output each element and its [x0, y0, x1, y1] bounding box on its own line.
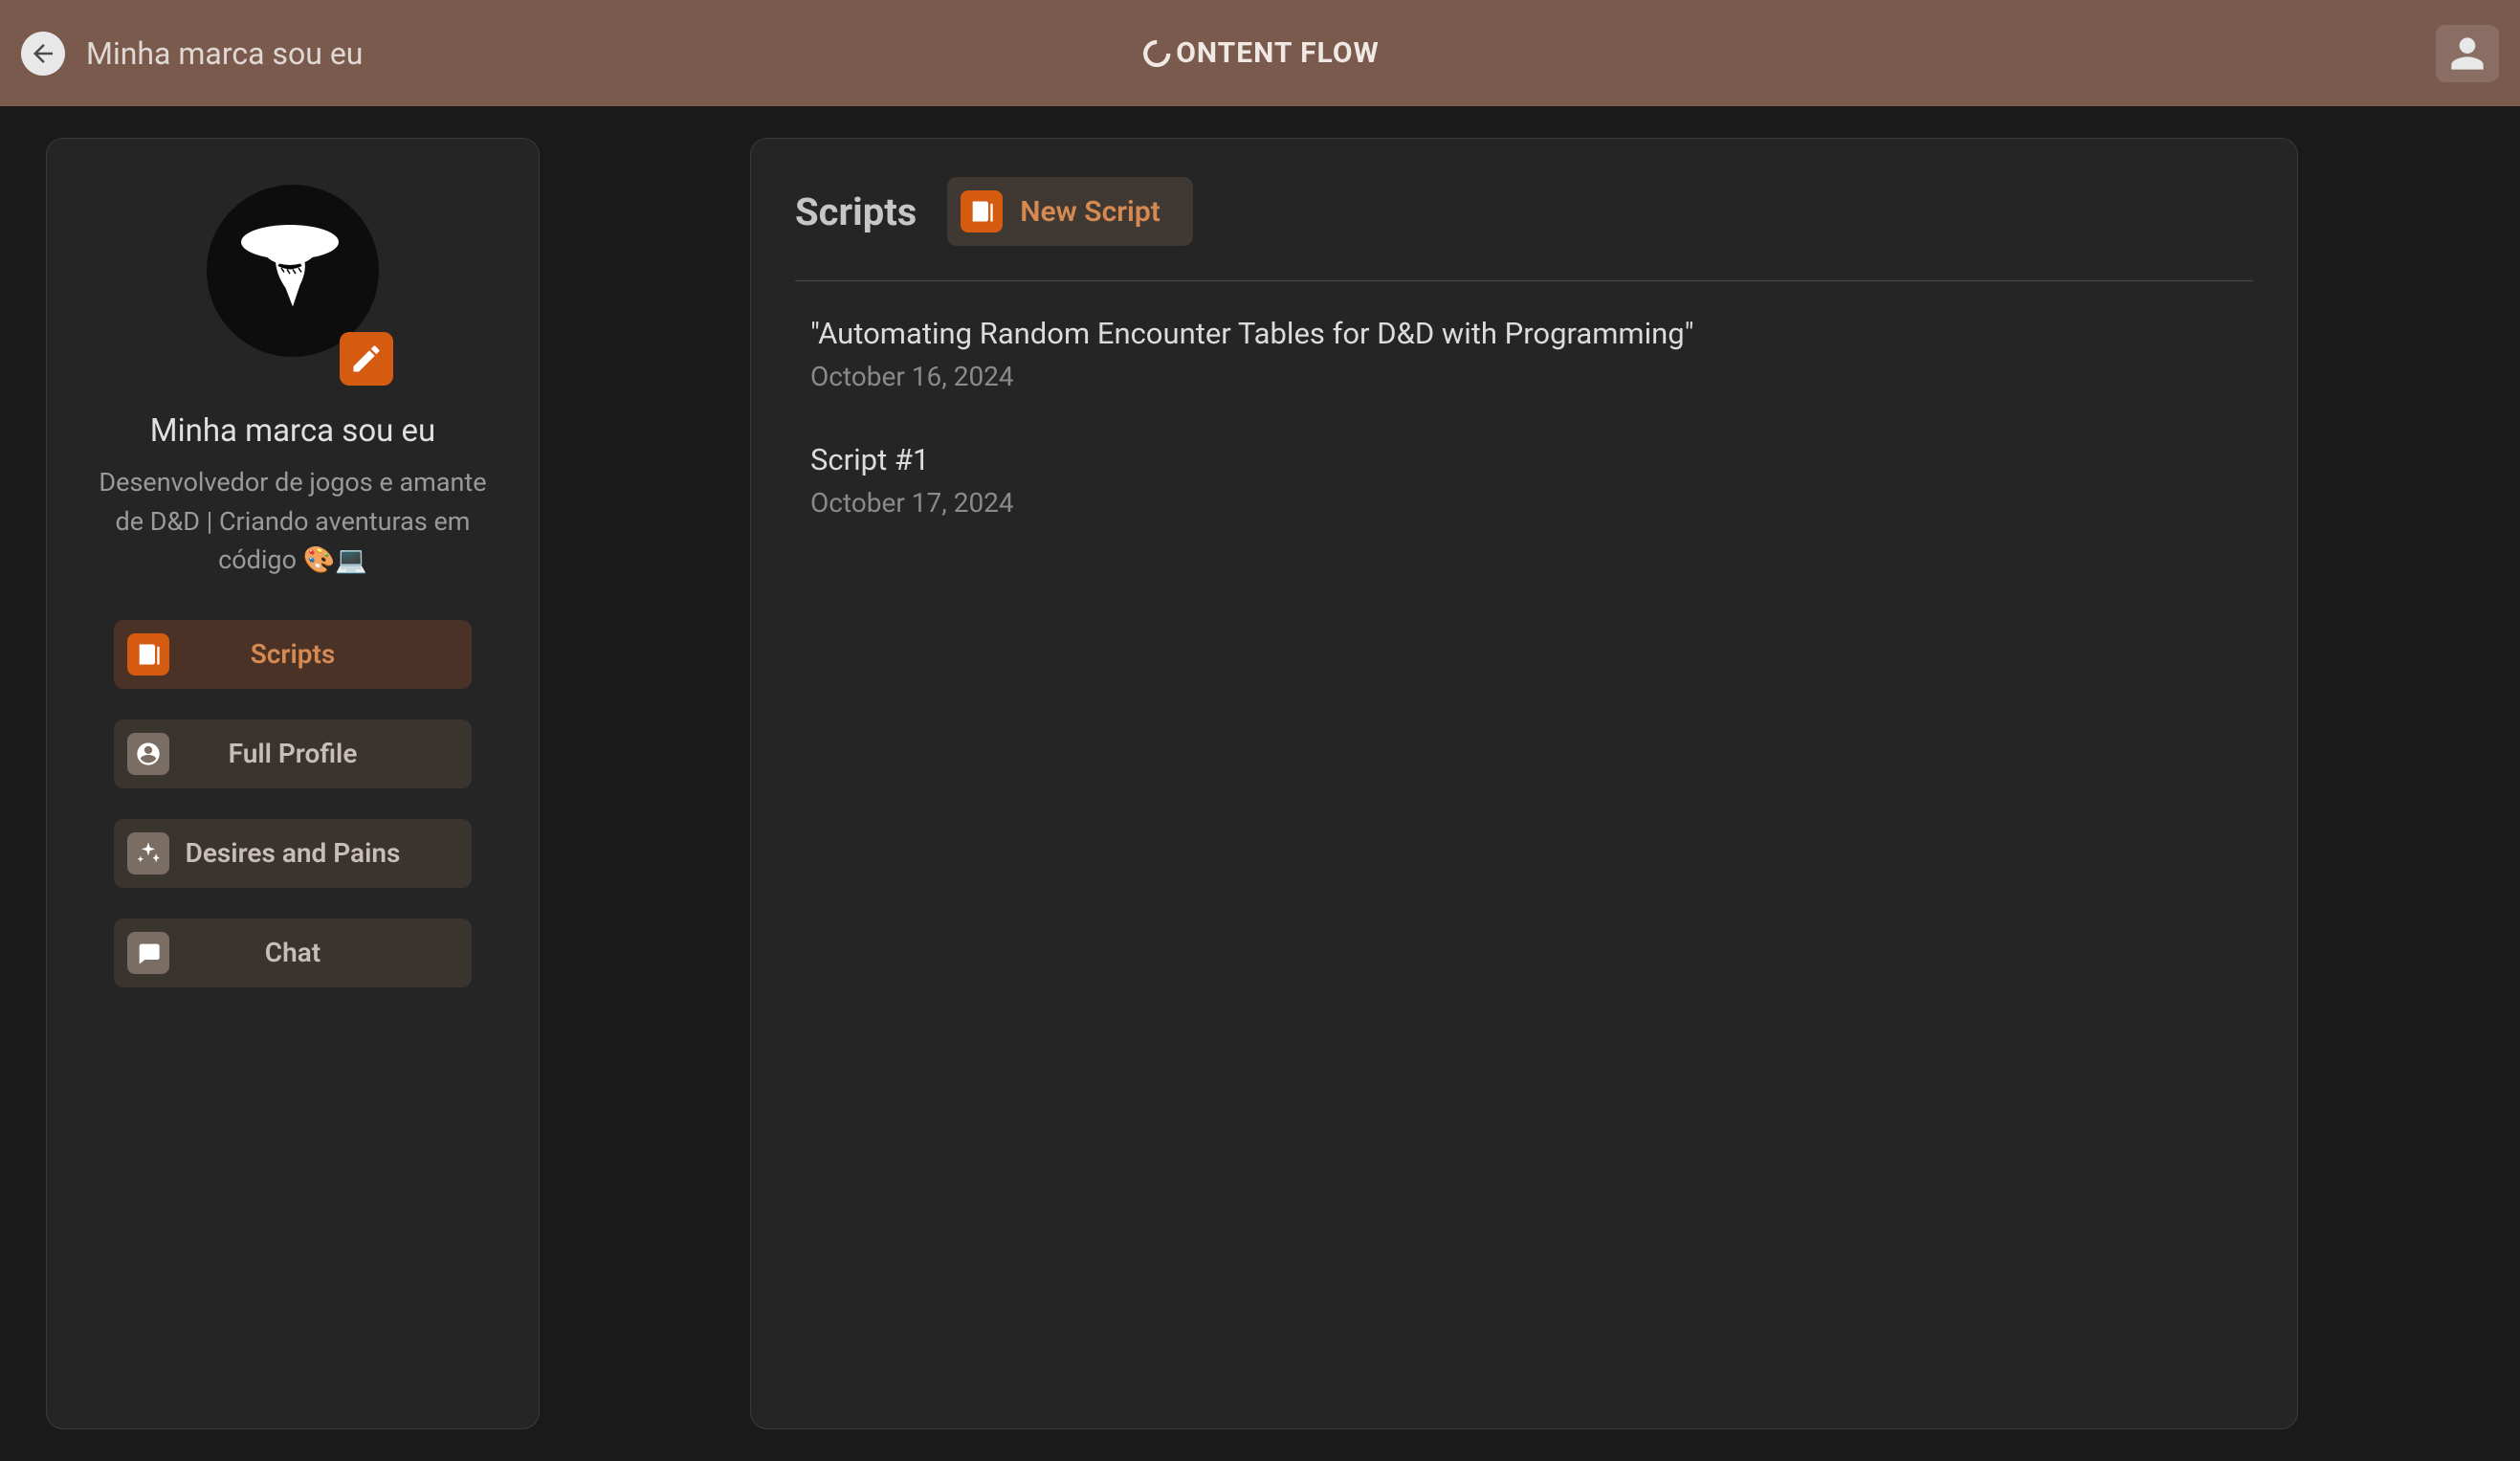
sidebar-item-chat[interactable]: Chat — [114, 919, 472, 987]
edit-avatar-button[interactable] — [340, 332, 393, 386]
pencil-icon — [349, 342, 384, 376]
sidebar-item-scripts[interactable]: Scripts — [114, 620, 472, 689]
sidebar-item-label: Chat — [169, 937, 458, 968]
brand-c-icon — [1140, 37, 1173, 70]
script-title: "Automating Random Encounter Tables for … — [810, 316, 2253, 351]
profile-sidebar: Minha marca sou eu Desenvolvedor de jogo… — [46, 138, 540, 1429]
sidebar-item-label: Scripts — [169, 638, 458, 670]
sidebar-item-label: Full Profile — [169, 738, 458, 769]
avatar-container — [192, 185, 393, 386]
main-content-panel: Scripts New Script "Automating Random En… — [750, 138, 2298, 1429]
script-list-item[interactable]: "Automating Random Encounter Tables for … — [810, 316, 2253, 392]
brand-logo: ONTENT FLOW — [1140, 36, 1380, 70]
breadcrumb: Minha marca sou eu — [86, 35, 363, 72]
new-script-label: New Script — [1020, 195, 1160, 229]
script-date: October 17, 2024 — [810, 487, 2253, 519]
brand-text: ONTENT FLOW — [1176, 36, 1380, 70]
main-header: Scripts New Script — [795, 177, 2253, 281]
sidebar-item-full-profile[interactable]: Full Profile — [114, 719, 472, 788]
sidebar-item-label: Desires and Pains — [169, 837, 458, 869]
app-header: Minha marca sou eu ONTENT FLOW — [0, 0, 2520, 106]
profile-icon — [127, 733, 169, 775]
back-button[interactable] — [21, 32, 65, 76]
sidebar-item-desires-pains[interactable]: Desires and Pains — [114, 819, 472, 888]
arrow-left-icon — [29, 39, 57, 68]
profile-name: Minha marca sou eu — [150, 412, 435, 450]
chat-icon — [127, 932, 169, 974]
avatar-illustration — [221, 199, 365, 343]
sparkle-icon — [127, 832, 169, 874]
user-menu-button[interactable] — [2436, 25, 2499, 82]
profile-bio: Desenvolvedor de jogos e amante de D&D |… — [80, 463, 505, 580]
person-icon — [2448, 34, 2487, 73]
avatar — [207, 185, 379, 357]
script-title: Script #1 — [810, 442, 2253, 477]
script-list-item[interactable]: Script #1 October 17, 2024 — [810, 442, 2253, 519]
script-list: "Automating Random Encounter Tables for … — [795, 316, 2253, 519]
scripts-icon — [127, 633, 169, 675]
sidebar-nav: Scripts Full Profile Desires and Pains C… — [80, 620, 505, 987]
new-script-button[interactable]: New Script — [947, 177, 1192, 246]
content-area: Minha marca sou eu Desenvolvedor de jogo… — [0, 106, 2520, 1461]
script-date: October 16, 2024 — [810, 361, 2253, 392]
scripts-icon — [961, 190, 1003, 232]
main-title: Scripts — [795, 189, 917, 234]
